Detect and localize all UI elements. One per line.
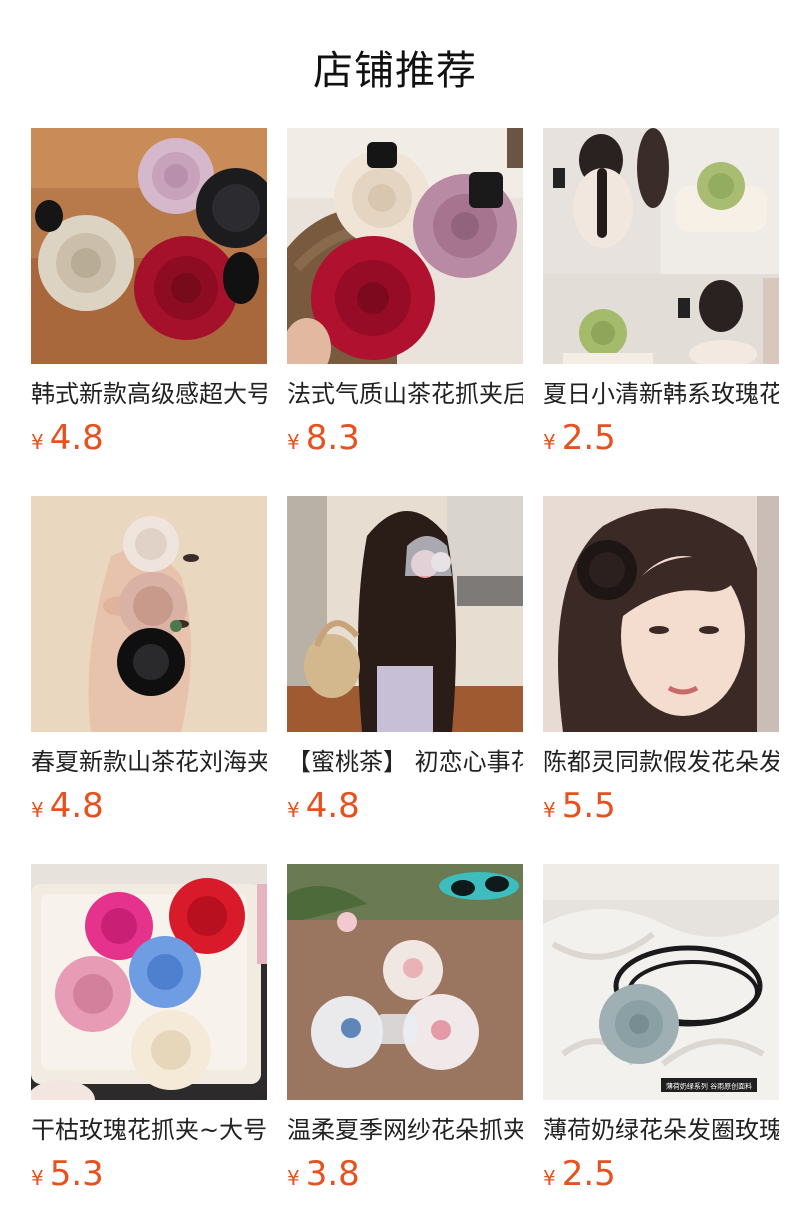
price-value: 4.8 [49,418,104,458]
product-card[interactable]: 韩式新款高级感超大号玫瑰花抓夹 ¥4.8 [31,128,267,496]
product-name[interactable]: 干枯玫瑰花抓夹~大号鲨鱼夹 [31,1114,267,1146]
product-image[interactable]: 薄荷奶绿系列 谷雨原创面料 [543,864,779,1100]
product-card[interactable]: 干枯玫瑰花抓夹~大号鲨鱼夹 ¥5.3 [31,864,267,1232]
product-image[interactable] [31,128,267,364]
price-value: 2.5 [561,1154,616,1194]
currency-symbol: ¥ [287,798,300,822]
currency-symbol: ¥ [543,1166,556,1190]
product-card[interactable]: 夏日小清新韩系玫瑰花发圈 ¥2.5 [543,128,779,496]
product-name[interactable]: 【蜜桃茶】 初恋心事花朵抓夹 [287,746,523,778]
product-price: ¥2.5 [543,418,779,458]
product-grid: 韩式新款高级感超大号玫瑰花抓夹 ¥4.8 [31,128,779,1232]
currency-symbol: ¥ [543,798,556,822]
currency-symbol: ¥ [287,430,300,454]
product-image[interactable] [287,864,523,1100]
price-value: 2.5 [561,418,616,458]
currency-symbol: ¥ [543,430,556,454]
product-card[interactable]: 【蜜桃茶】 初恋心事花朵抓夹 ¥4.8 [287,496,523,864]
product-name[interactable]: 法式气质山茶花抓夹后脑勺发夹 [287,378,523,410]
product-card[interactable]: 温柔夏季网纱花朵抓夹 ¥3.8 [287,864,523,1232]
price-value: 8.3 [305,418,360,458]
product-price: ¥4.8 [31,786,267,826]
price-value: 4.8 [49,786,104,826]
image-caption: 薄荷奶绿系列 谷雨原创面料 [666,1082,752,1091]
currency-symbol: ¥ [31,798,44,822]
product-card[interactable]: 薄荷奶绿系列 谷雨原创面料 薄荷奶绿花朵发圈玫瑰头绳 ¥2.5 [543,864,779,1232]
product-card[interactable]: 法式气质山茶花抓夹后脑勺发夹 ¥8.3 [287,128,523,496]
currency-symbol: ¥ [31,1166,44,1190]
product-price: ¥8.3 [287,418,523,458]
product-card[interactable]: 陈都灵同款假发花朵发夹 ¥5.5 [543,496,779,864]
product-card[interactable]: 春夏新款山茶花刘海夹边夹 ¥4.8 [31,496,267,864]
product-image[interactable] [543,496,779,732]
product-name[interactable]: 温柔夏季网纱花朵抓夹 [287,1114,523,1146]
product-name[interactable]: 韩式新款高级感超大号玫瑰花抓夹 [31,378,267,410]
price-value: 3.8 [305,1154,360,1194]
product-image[interactable] [287,128,523,364]
product-price: ¥4.8 [287,786,523,826]
product-image[interactable] [31,496,267,732]
product-image[interactable] [287,496,523,732]
currency-symbol: ¥ [287,1166,300,1190]
product-image[interactable] [31,864,267,1100]
price-value: 4.8 [305,786,360,826]
currency-symbol: ¥ [31,430,44,454]
product-price: ¥4.8 [31,418,267,458]
price-value: 5.3 [49,1154,104,1194]
product-name[interactable]: 春夏新款山茶花刘海夹边夹 [31,746,267,778]
price-value: 5.5 [561,786,616,826]
product-name[interactable]: 夏日小清新韩系玫瑰花发圈 [543,378,779,410]
product-price: ¥5.5 [543,786,779,826]
page-title: 店铺推荐 [313,48,477,94]
product-price: ¥3.8 [287,1154,523,1194]
product-image[interactable] [543,128,779,364]
product-price: ¥5.3 [31,1154,267,1194]
product-price: ¥2.5 [543,1154,779,1194]
product-name[interactable]: 薄荷奶绿花朵发圈玫瑰头绳 [543,1114,779,1146]
product-name[interactable]: 陈都灵同款假发花朵发夹 [543,746,779,778]
